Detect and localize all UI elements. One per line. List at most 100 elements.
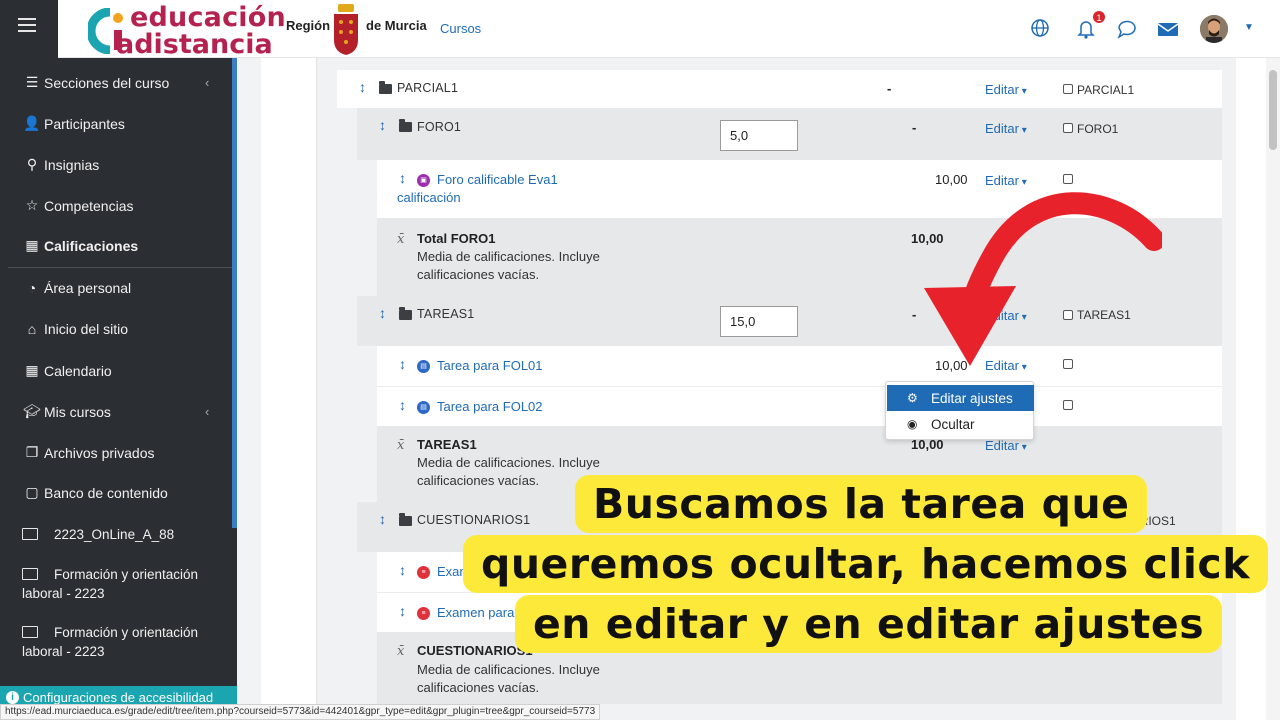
aggregation-title: TAREAS1 — [417, 437, 477, 452]
edit-menu-button[interactable]: Editar — [985, 438, 1027, 453]
grade-item-link[interactable]: Tarea para FOL01 — [437, 357, 543, 375]
sidebar: ☰ Secciones del curso ‹ 👤 Participantes … — [0, 0, 237, 720]
sidebar-item-calendario[interactable]: ▦ Calendario — [22, 362, 112, 379]
sidebar-item-participantes[interactable]: 👤 Participantes — [22, 115, 125, 132]
clipboard-icon: ▢ — [25, 484, 39, 500]
select-checkbox[interactable] — [1063, 123, 1073, 133]
edit-settings-menu-item[interactable]: ⚙ Editar ajustes — [887, 385, 1034, 411]
caption-line-3: en editar y en editar ajustes — [515, 595, 1223, 653]
sidebar-item-competencias[interactable]: ☆ Competencias — [22, 197, 134, 214]
sidebar-item-inicio[interactable]: ⌂ Inicio del sitio — [22, 321, 128, 337]
messages-chat-icon[interactable] — [1116, 18, 1138, 40]
aggregation-description-line2: calificaciones vacías. — [417, 267, 540, 282]
users-icon: 👤 — [23, 115, 41, 131]
sidebar-item-label: Competencias — [44, 197, 134, 214]
sidebar-item-label: Calendario — [44, 362, 112, 379]
sidebar-item-mis-cursos[interactable]: 🎓︎ Mis cursos ‹ — [22, 403, 209, 420]
chevron-left-icon: ‹ — [205, 75, 210, 90]
eye-icon: ◉ — [907, 417, 918, 431]
quiz-module-icon: ≡ — [417, 566, 430, 579]
quiz-module-icon: ≡ — [417, 607, 430, 620]
weight-input[interactable]: 15,0 — [720, 306, 798, 337]
sidebar-divider — [8, 267, 232, 268]
browser-status-url: https://ead.murciaeduca.es/grade/edit/tr… — [0, 704, 601, 720]
folder-icon — [379, 81, 392, 94]
cursos-link[interactable]: Cursos — [440, 21, 481, 36]
category-row-parcial: ↕ PARCIAL1 - Editar PARCIAL1 — [337, 70, 1222, 108]
logo-text-line2: adistancia — [116, 29, 273, 60]
grade-item-link[interactable]: Foro calificable Eva1 — [437, 171, 558, 189]
select-checkbox[interactable] — [1063, 400, 1073, 410]
user-avatar[interactable] — [1200, 15, 1228, 43]
mail-envelope-icon[interactable] — [1157, 18, 1179, 40]
drag-handle-icon[interactable]: ↕ — [399, 170, 406, 186]
dashboard-icon: ◔ — [27, 280, 37, 296]
course-label-line2: laboral - 2223 — [22, 644, 105, 659]
hide-menu-item[interactable]: ◉ Ocultar — [887, 411, 1034, 437]
page-scrollbar-thumb[interactable] — [1269, 70, 1277, 150]
chevron-left-icon: ‹ — [205, 404, 210, 419]
sidebar-item-insignias[interactable]: ⚲ Insignias — [22, 156, 99, 173]
weight-input[interactable]: 5,0 — [720, 120, 798, 151]
accessibility-label: Configuraciones de accesibilidad — [23, 689, 214, 705]
sidebar-item-label: Banco de contenido — [44, 484, 168, 501]
sidebar-course-2[interactable]: Formación y orientación laboral - 2223 — [22, 565, 222, 603]
category-total: - — [887, 81, 892, 96]
select-checkbox[interactable] — [1063, 174, 1073, 184]
user-menu-chevron-icon[interactable]: ▼ — [1244, 22, 1254, 33]
forum-module-icon: ▣ — [417, 174, 430, 187]
folder-icon — [22, 528, 38, 540]
badge-icon: ⚲ — [26, 156, 38, 172]
checkbox-label: PARCIAL1 — [1077, 83, 1135, 97]
drag-handle-icon[interactable]: ↕ — [379, 117, 386, 133]
sidebar-course-3[interactable]: Formación y orientación laboral - 2223 — [22, 623, 222, 661]
edit-dropdown-menu: ⚙ Editar ajustes ◉ Ocultar — [885, 381, 1034, 440]
menu-item-label: Ocultar — [931, 416, 975, 432]
folder-icon — [399, 513, 412, 526]
murcia-label: de Murcia — [366, 18, 427, 33]
sidebar-item-archivos[interactable]: ❐ Archivos privados — [22, 444, 155, 461]
hamburger-menu-icon[interactable] — [18, 18, 36, 34]
drag-handle-icon[interactable]: ↕ — [379, 305, 386, 321]
folder-icon — [22, 626, 38, 638]
language-globe-icon[interactable] — [1030, 18, 1052, 40]
sidebar-item-area-personal[interactable]: ◔ Área personal — [22, 280, 131, 296]
drag-handle-icon[interactable]: ↕ — [359, 79, 366, 95]
drag-handle-icon[interactable]: ↕ — [399, 356, 406, 372]
page-scrollbar[interactable] — [1266, 58, 1280, 720]
grade-item-link[interactable]: Tarea para FOL02 — [437, 398, 543, 416]
graduation-cap-icon: 🎓︎ — [23, 403, 41, 419]
select-checkbox[interactable] — [1063, 84, 1073, 94]
assignment-module-icon: ▤ — [417, 360, 430, 373]
sidebar-item-label: Área personal — [44, 280, 132, 296]
star-icon: ☆ — [25, 197, 39, 213]
grade-item-row-tarea2: ↕ ▤ Tarea para FOL02 — [377, 386, 1222, 426]
aggregation-description: Media de calificaciones. Incluye — [417, 662, 600, 677]
list-icon: ☰ — [25, 74, 39, 90]
edit-menu-button[interactable]: Editar — [985, 82, 1027, 97]
drag-handle-icon[interactable]: ↕ — [399, 603, 406, 619]
sidebar-course-1[interactable]: 2223_OnLine_A_88 — [22, 525, 222, 544]
drag-handle-icon[interactable]: ↕ — [399, 397, 406, 413]
drag-handle-icon[interactable]: ↕ — [379, 511, 386, 527]
sidebar-item-secciones[interactable]: ☰ Secciones del curso ‹ — [22, 74, 210, 91]
edit-menu-button[interactable]: Editar — [985, 173, 1027, 188]
drag-handle-icon[interactable]: ↕ — [399, 562, 406, 578]
sidebar-item-banco[interactable]: ▢ Banco de contenido — [22, 484, 168, 501]
grade-item-link-line2[interactable]: calificación — [397, 189, 461, 207]
sidebar-item-label: Archivos privados — [44, 444, 155, 461]
edit-menu-button[interactable]: Editar — [985, 121, 1027, 136]
category-name: TAREAS1 — [417, 307, 475, 321]
calculator-fx-icon: x̄ — [397, 438, 405, 453]
calendar-icon: ▦ — [25, 362, 39, 378]
tutorial-caption: Buscamos la tarea que queremos ocultar, … — [463, 467, 1268, 662]
assignment-module-icon: ▤ — [417, 401, 430, 414]
sidebar-item-calificaciones[interactable]: ▦ Calificaciones — [22, 237, 138, 254]
menu-item-label: Editar ajustes — [931, 390, 1013, 406]
file-icon: ❐ — [25, 444, 39, 460]
home-icon: ⌂ — [27, 321, 37, 337]
sidebar-item-label: Calificaciones — [44, 237, 139, 254]
sidebar-item-label: Mis cursos — [44, 403, 111, 420]
max-grade-value: 10,00 — [935, 172, 968, 187]
educacion-a-distancia-logo[interactable]: educación adistancia — [88, 2, 286, 60]
